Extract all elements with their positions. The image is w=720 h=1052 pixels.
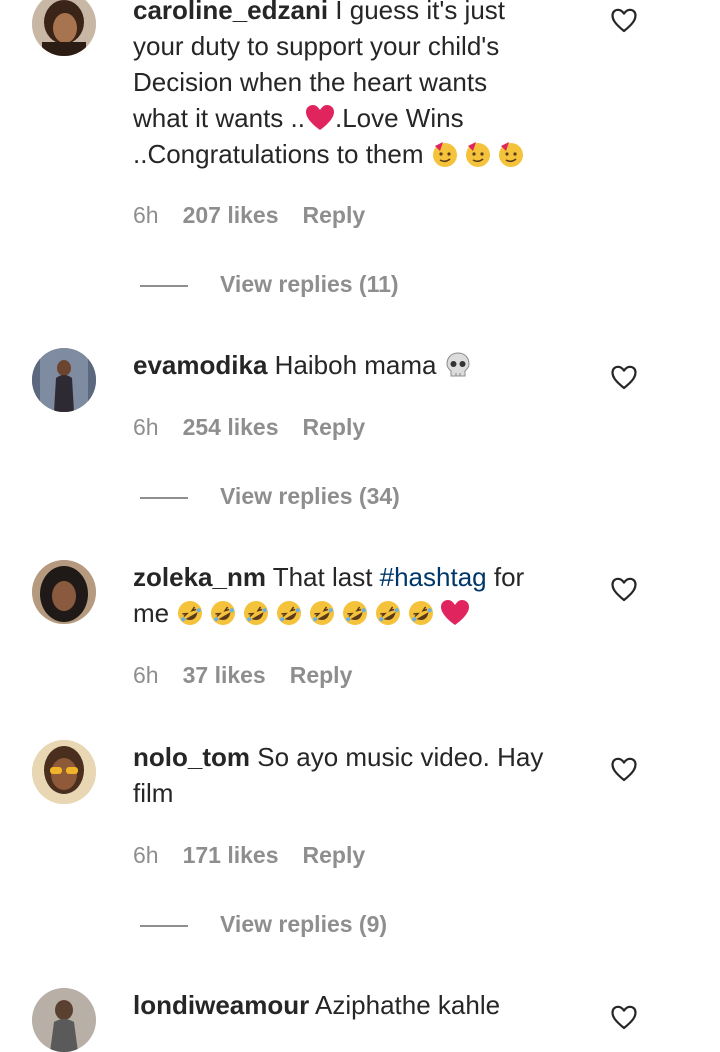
divider-line — [140, 924, 188, 927]
comment-text-line: I guess it's just — [328, 0, 505, 25]
heart-outline-icon[interactable] — [611, 757, 637, 783]
rolling-on-floor-laughing-emoji-icon — [310, 601, 335, 625]
reply-button[interactable]: Reply — [290, 660, 353, 690]
rolling-on-floor-laughing-emoji-icon — [343, 601, 368, 625]
avatar[interactable] — [32, 560, 96, 624]
comment-meta: 6h 171 likes Reply — [133, 840, 365, 870]
comment-text: zoleka_nm That last #hashtag for me — [133, 559, 583, 631]
username[interactable]: nolo_tom — [133, 742, 250, 772]
username[interactable]: zoleka_nm — [133, 562, 266, 592]
rolling-on-floor-laughing-emoji-icon — [277, 601, 302, 625]
heart-outline-icon[interactable] — [611, 1005, 637, 1031]
view-replies-button[interactable]: View replies (9) — [140, 909, 387, 939]
username[interactable]: londiweamour — [133, 990, 309, 1020]
rolling-on-floor-laughing-emoji-icon — [244, 601, 269, 625]
comment-text-line: Haiboh mama — [267, 350, 444, 380]
likes-count[interactable]: 37 likes — [183, 660, 266, 690]
rolling-on-floor-laughing-emoji-icon — [178, 601, 203, 625]
reply-button[interactable]: Reply — [303, 200, 366, 230]
partying-face-emoji-icon — [465, 142, 490, 167]
reply-button[interactable]: Reply — [303, 840, 366, 870]
partying-face-emoji-icon — [498, 142, 523, 167]
view-replies-label: View replies (34) — [220, 483, 400, 509]
username[interactable]: caroline_edzani — [133, 0, 328, 25]
username[interactable]: evamodika — [133, 350, 267, 380]
avatar[interactable] — [32, 0, 96, 56]
comment-text: caroline_edzani I guess it's just your d… — [133, 0, 583, 172]
comment-text-line: what it wants .. — [133, 103, 305, 133]
comment-text-line: .Love Wins — [334, 103, 464, 133]
comment-meta: 6h 37 likes Reply — [133, 660, 352, 690]
divider-line — [140, 496, 188, 499]
heart-outline-icon[interactable] — [611, 365, 637, 391]
partying-face-emoji-icon — [432, 142, 457, 167]
red-heart-emoji-icon — [305, 105, 334, 130]
rolling-on-floor-laughing-emoji-icon — [376, 601, 401, 625]
comment-text-line: ..Congratulations to them — [133, 139, 431, 169]
comment-text-line: Aziphathe kahle — [309, 990, 501, 1020]
hashtag-link[interactable]: #hashtag — [380, 562, 487, 592]
comment-text-line: Decision when the heart wants — [133, 67, 488, 97]
comment-text-line: That last — [265, 562, 380, 592]
avatar[interactable] — [32, 348, 96, 412]
avatar[interactable] — [32, 740, 96, 804]
comment-text-line: film — [133, 778, 174, 808]
likes-count[interactable]: 171 likes — [183, 840, 279, 870]
view-replies-button[interactable]: View replies (11) — [140, 269, 399, 299]
comment-text-line: for — [486, 562, 525, 592]
likes-count[interactable]: 254 likes — [183, 412, 279, 442]
timestamp: 6h — [133, 202, 159, 228]
timestamp: 6h — [133, 842, 159, 868]
comment-text: nolo_tom So ayo music video. Hay film — [133, 739, 583, 811]
comment-meta: 6h 207 likes Reply — [133, 200, 365, 230]
reply-button[interactable]: Reply — [303, 412, 366, 442]
heart-outline-icon[interactable] — [611, 8, 637, 34]
timestamp: 6h — [133, 414, 159, 440]
skull-emoji-icon — [446, 352, 470, 377]
view-replies-button[interactable]: View replies (34) — [140, 481, 400, 511]
comment-text-line: So ayo music video. Hay — [250, 742, 544, 772]
view-replies-label: View replies (11) — [220, 271, 399, 297]
comment-text: evamodika Haiboh mama — [133, 347, 583, 383]
avatar[interactable] — [32, 988, 96, 1052]
rolling-on-floor-laughing-emoji-icon — [409, 601, 434, 625]
red-heart-emoji-icon — [441, 600, 470, 625]
timestamp: 6h — [133, 662, 159, 688]
comment-text-line: your duty to support your child's — [133, 31, 500, 61]
likes-count[interactable]: 207 likes — [183, 200, 279, 230]
view-replies-label: View replies (9) — [220, 911, 388, 937]
rolling-on-floor-laughing-emoji-icon — [211, 601, 236, 625]
comment-text-line: me — [133, 598, 177, 628]
heart-outline-icon[interactable] — [611, 577, 637, 603]
divider-line — [140, 284, 188, 287]
comment-meta: 6h 254 likes Reply — [133, 412, 365, 442]
comment-text: londiweamour Aziphathe kahle — [133, 987, 583, 1023]
